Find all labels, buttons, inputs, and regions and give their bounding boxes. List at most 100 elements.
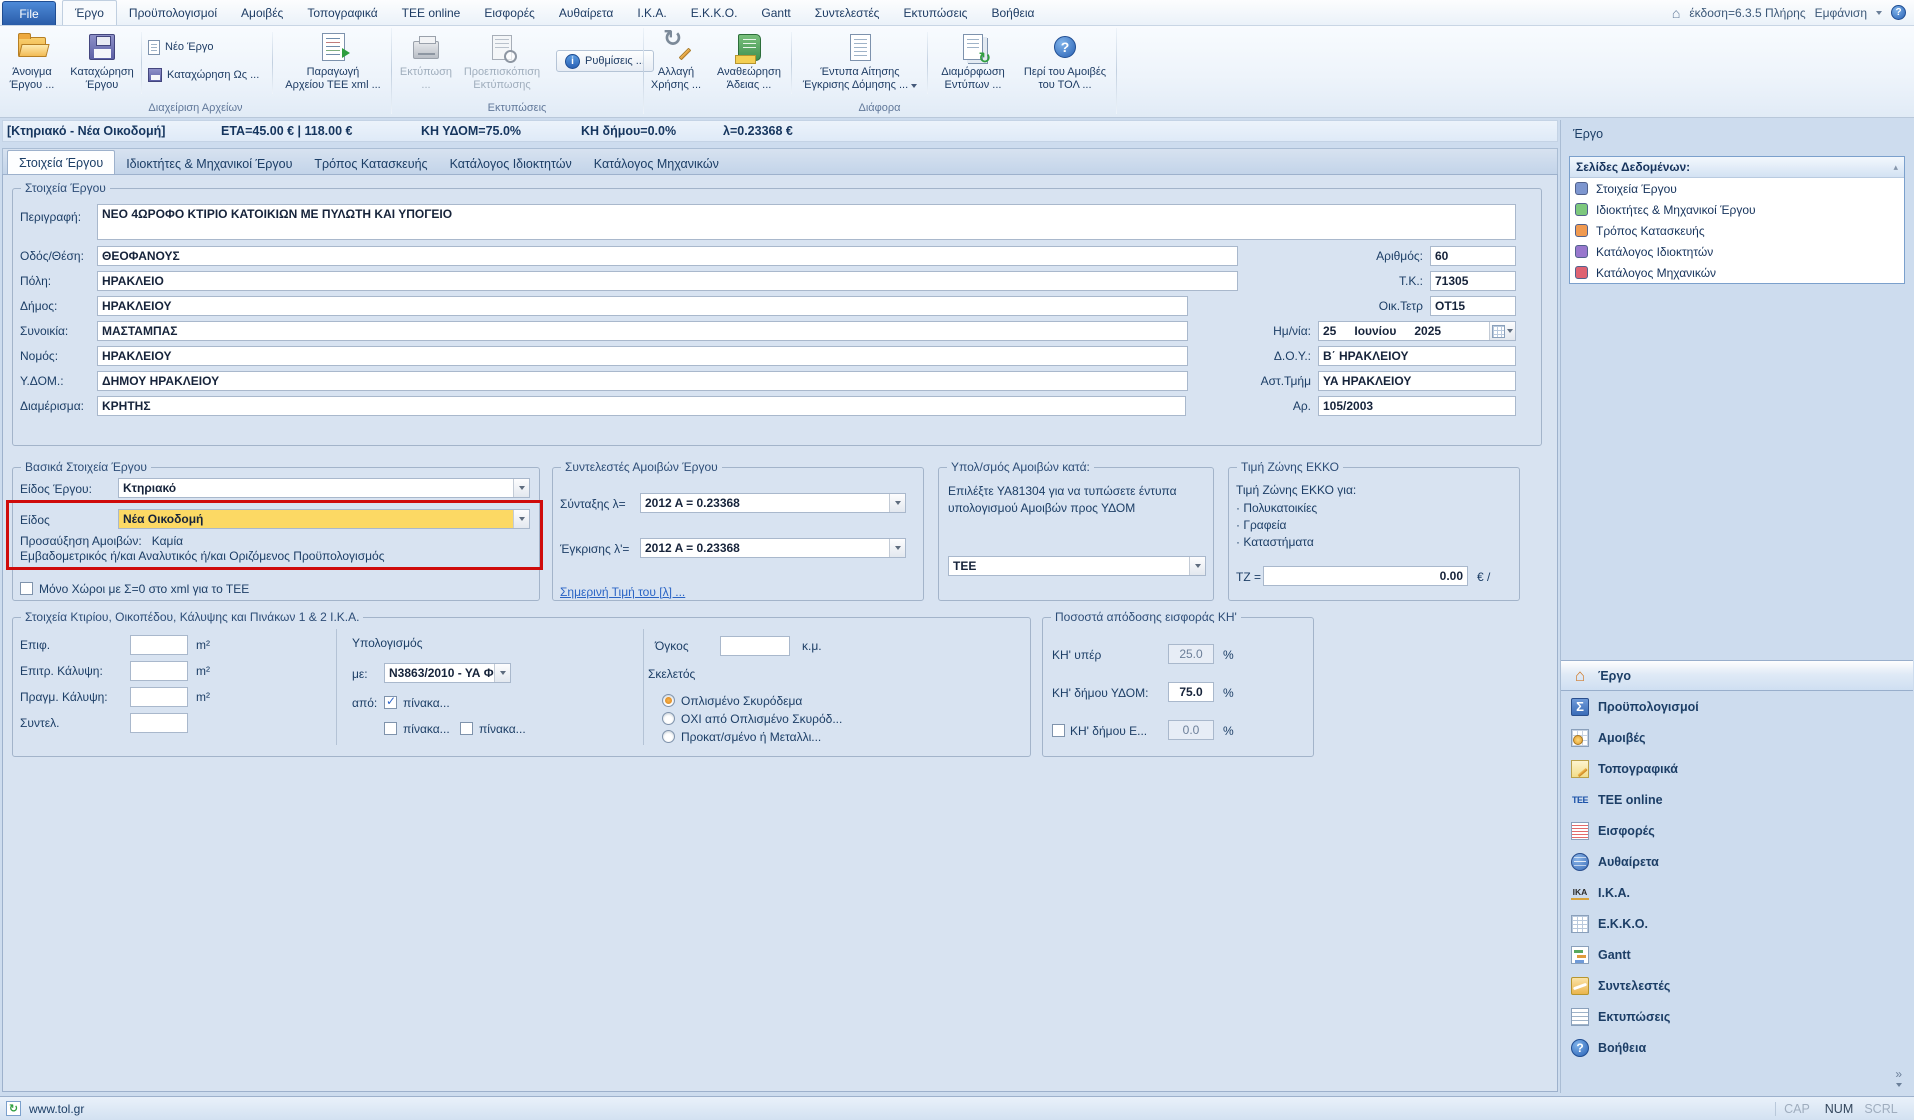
project-kind-combo[interactable]: Κτηριακό bbox=[118, 478, 530, 498]
tab-katalogos-idioktiton[interactable]: Κατάλογος Ιδιοκτητών bbox=[439, 153, 583, 174]
kh-ydom-input[interactable]: 75.0 bbox=[1168, 682, 1214, 702]
radio-not-reinforced[interactable] bbox=[662, 712, 675, 725]
display-caret-icon[interactable] bbox=[1876, 11, 1882, 15]
permit-number-input[interactable]: 105/2003 bbox=[1318, 396, 1516, 416]
calendar-dropdown-button[interactable] bbox=[1489, 322, 1515, 340]
nav-overflow-button[interactable]: » bbox=[1895, 1070, 1902, 1088]
menu-tab-amoibes[interactable]: Αμοιβές bbox=[229, 0, 295, 25]
ydom-input[interactable]: ΔΗΜΟΥ ΗΡΑΚΛΕΙΟΥ bbox=[97, 371, 1188, 391]
combo-dropdown-button[interactable] bbox=[513, 510, 529, 528]
menu-tab-ektyposeis[interactable]: Εκτυπώσεις bbox=[891, 0, 979, 25]
current-lambda-link[interactable]: Σημερινή Τιμή του [λ] ... bbox=[560, 585, 685, 599]
page-item-katalogos-mixanikon[interactable]: Κατάλογος Μηχανικών bbox=[1570, 262, 1904, 283]
page-item-idioktites[interactable]: Ιδιοκτήτες & Μηχανικοί Έργου bbox=[1570, 199, 1904, 220]
volume-input[interactable] bbox=[720, 636, 790, 656]
zone-price-input[interactable]: 0.00 bbox=[1263, 566, 1468, 586]
nav-item-gantt[interactable]: Gantt bbox=[1561, 939, 1913, 970]
menu-tab-authaireta[interactable]: Αυθαίρετα bbox=[547, 0, 626, 25]
kh-dimou-checkbox[interactable] bbox=[1052, 724, 1065, 737]
combo-dropdown-button[interactable] bbox=[889, 539, 905, 557]
help-icon[interactable]: ? bbox=[1891, 5, 1906, 20]
combo-dropdown-button[interactable] bbox=[513, 479, 529, 497]
radio-prefab-metal[interactable] bbox=[662, 730, 675, 743]
collapse-icon[interactable]: ▴ bbox=[1893, 162, 1898, 173]
actual-coverage-input[interactable] bbox=[130, 687, 188, 707]
area-input[interactable] bbox=[130, 635, 188, 655]
date-picker[interactable]: 25Ιουνίου2025 bbox=[1318, 321, 1516, 341]
open-project-button[interactable]: ΆνοιγμαΈργου ... bbox=[2, 30, 62, 98]
nav-item-authaireta[interactable]: Αυθαίρετα bbox=[1561, 846, 1913, 877]
permit-revision-button[interactable]: ΑναθεώρησηΆδειας ... bbox=[707, 30, 791, 98]
allowed-coverage-input[interactable] bbox=[130, 661, 188, 681]
table1-checkbox[interactable] bbox=[384, 696, 397, 709]
page-item-katalogos-idioktiton[interactable]: Κατάλογος Ιδιοκτητών bbox=[1570, 241, 1904, 262]
coefficient-input[interactable] bbox=[130, 713, 188, 733]
change-use-button[interactable]: ↻ ΑλλαγήΧρήσης ... bbox=[648, 30, 704, 98]
district-input[interactable]: ΜΑΣΤΑΜΠΑΣ bbox=[97, 321, 1188, 341]
menu-tab-ika[interactable]: Ι.Κ.Α. bbox=[625, 0, 678, 25]
menu-tab-ergo[interactable]: Έργο bbox=[62, 0, 117, 25]
region-input[interactable]: ΚΡΗΤΗΣ bbox=[97, 396, 1186, 416]
nav-item-ektyposeis[interactable]: Εκτυπώσεις bbox=[1561, 1001, 1913, 1032]
nav-item-syntelestes[interactable]: Συντελεστές bbox=[1561, 970, 1913, 1001]
save-as-button[interactable]: Καταχώρηση Ως ... bbox=[148, 64, 259, 86]
municipality-input[interactable]: ΗΡΑΚΛΕΙΟΥ bbox=[97, 296, 1188, 316]
nav-item-tee-online[interactable]: TEETEE online bbox=[1561, 784, 1913, 815]
menu-tab-topografika[interactable]: Τοπογραφικά bbox=[295, 0, 389, 25]
tab-katalogos-mixanikon[interactable]: Κατάλογος Μηχανικών bbox=[583, 153, 730, 174]
xml-spaces-checkbox[interactable] bbox=[20, 582, 33, 595]
nav-item-ekko[interactable]: Ε.Κ.Κ.Ο. bbox=[1561, 908, 1913, 939]
combo-dropdown-button[interactable] bbox=[1189, 557, 1205, 575]
generate-tee-xml-button[interactable]: ΠαραγωγήΑρχείου ΤΕΕ xml ... bbox=[278, 30, 388, 98]
city-input[interactable]: ΗΡΑΚΛΕΙΟ bbox=[97, 271, 1238, 291]
new-project-button[interactable]: Νέο Έργο bbox=[148, 36, 214, 58]
description-input[interactable]: ΝΕΟ 4ΩΡΟΦΟ ΚΤΙΡΙΟ ΚΑΤΟΙΚΙΩΝ ΜΕ ΠΥΛΩΤΗ ΚΑ… bbox=[97, 204, 1516, 240]
nav-item-ika[interactable]: IKAΙ.Κ.Α. bbox=[1561, 877, 1913, 908]
police-station-input[interactable]: ΥΑ ΗΡΑΚΛΕΙΟΥ bbox=[1318, 371, 1516, 391]
postal-code-input[interactable]: 71305 bbox=[1430, 271, 1516, 291]
save-project-button[interactable]: ΚαταχώρησηΈργου bbox=[64, 30, 140, 98]
calc-method-combo[interactable]: TEE bbox=[948, 556, 1206, 576]
display-menu[interactable]: Εμφάνιση bbox=[1815, 6, 1867, 20]
street-input[interactable]: ΘΕΟΦΑΝΟΥΣ bbox=[97, 246, 1238, 266]
nav-item-ergo[interactable]: ⌂Έργο bbox=[1561, 660, 1913, 691]
about-button[interactable]: ? Περί του Αμοιβέςτου ΤΟΛ ... bbox=[1016, 30, 1114, 98]
nav-item-topografika[interactable]: Τοπογραφικά bbox=[1561, 753, 1913, 784]
tab-idioktites-mixanikoi[interactable]: Ιδιοκτήτες & Μηχανικοί Έργου bbox=[115, 153, 303, 174]
tab-stoixeia-ergou[interactable]: Στοιχεία Έργου bbox=[7, 150, 115, 174]
menu-tab-boitheia[interactable]: Βοήθεια bbox=[979, 0, 1046, 25]
settings-button[interactable]: i Ρυθμίσεις ... bbox=[556, 50, 654, 72]
data-pages-header[interactable]: Σελίδες Δεδομένων: ▴ bbox=[1570, 157, 1904, 178]
combo-dropdown-button[interactable] bbox=[494, 664, 510, 682]
menu-tab-gantt[interactable]: Gantt bbox=[749, 0, 802, 25]
format-forms-button[interactable]: ↻ ΔιαμόρφωσηΕντύπων ... bbox=[931, 30, 1015, 98]
block-input[interactable]: OT15 bbox=[1430, 296, 1516, 316]
menu-tab-eisfores[interactable]: Εισφορές bbox=[472, 0, 547, 25]
menu-tab-proypologismoi[interactable]: Προϋπολογισμοί bbox=[117, 0, 229, 25]
nav-item-boitheia[interactable]: ?Βοήθεια bbox=[1561, 1032, 1913, 1063]
menu-tab-ekko[interactable]: Ε.Κ.Κ.Ο. bbox=[679, 0, 750, 25]
radio-reinforced-concrete[interactable] bbox=[662, 694, 675, 707]
page-item-stoixeia[interactable]: Στοιχεία Έργου bbox=[1570, 178, 1904, 199]
nav-item-eisfores[interactable]: Εισφορές bbox=[1561, 815, 1913, 846]
file-menu-button[interactable]: File bbox=[2, 1, 56, 25]
number-input[interactable]: 60 bbox=[1430, 246, 1516, 266]
combo-dropdown-button[interactable] bbox=[889, 494, 905, 512]
table3-checkbox[interactable] bbox=[460, 722, 473, 735]
website-link[interactable]: www.tol.gr bbox=[29, 1102, 84, 1116]
tax-office-input[interactable]: Β΄ ΗΡΑΚΛΕΙΟΥ bbox=[1318, 346, 1516, 366]
building-type-combo[interactable]: Νέα Οικοδομή bbox=[118, 509, 530, 529]
nav-item-proypologismoi[interactable]: ΣΠροϋπολογισμοί bbox=[1561, 691, 1913, 722]
egkrisis-lambda-combo[interactable]: 2012 A = 0.23368 bbox=[640, 538, 906, 558]
print-preview-button[interactable]: ΠροεπισκόπισηΕκτύπωσης bbox=[459, 30, 545, 98]
menu-tab-tee-online[interactable]: TEE online bbox=[390, 0, 473, 25]
tab-tropos-kataskeyis[interactable]: Τρόπος Κατασκευής bbox=[303, 153, 438, 174]
nav-item-amoibes[interactable]: Αμοιβές bbox=[1561, 722, 1913, 753]
menu-tab-syntelestes[interactable]: Συντελεστές bbox=[803, 0, 892, 25]
prefecture-input[interactable]: ΗΡΑΚΛΕΙΟΥ bbox=[97, 346, 1188, 366]
law-combo[interactable]: Ν3863/2010 - ΥΑ Φ: bbox=[384, 663, 511, 683]
table2-checkbox[interactable] bbox=[384, 722, 397, 735]
collapse-ribbon-icon[interactable]: ⌂ bbox=[1672, 5, 1680, 21]
building-permit-forms-button[interactable]: Έντυπα Αίτησης Έγκρισης Δόμησης ... bbox=[795, 30, 925, 98]
print-button[interactable]: Εκτύπωση... bbox=[395, 30, 457, 98]
